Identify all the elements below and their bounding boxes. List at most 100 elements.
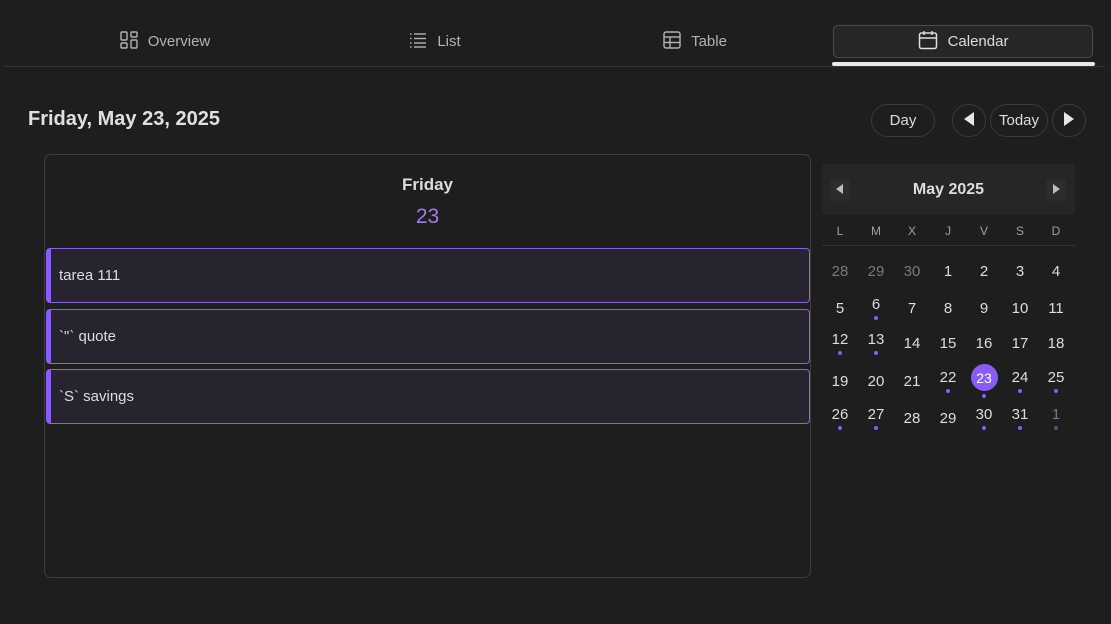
- calendar-day[interactable]: 18: [1038, 326, 1074, 360]
- calendar-day[interactable]: 16: [966, 326, 1002, 360]
- calendar-day[interactable]: 17: [1002, 326, 1038, 360]
- list-icon: [409, 31, 437, 53]
- calendar-day[interactable]: 25: [1038, 364, 1074, 398]
- previous-button[interactable]: [952, 104, 986, 137]
- calendar-day-number: 26: [831, 406, 849, 423]
- calendar-day[interactable]: 22: [930, 364, 966, 398]
- event-indicator-dot: [874, 426, 878, 430]
- calendar-day-number: 22: [939, 369, 957, 386]
- event-indicator-dot: [838, 351, 842, 355]
- calendar-day[interactable]: 1: [1038, 401, 1074, 435]
- tab-calendar[interactable]: Calendar: [833, 25, 1093, 58]
- calendar-day[interactable]: 12: [822, 326, 858, 360]
- calendar-day[interactable]: 5: [822, 291, 858, 325]
- calendar-day[interactable]: 27: [858, 401, 894, 435]
- calendar-day-number: 29: [867, 262, 885, 280]
- page-title: Friday, May 23, 2025: [28, 108, 220, 130]
- calendar-day[interactable]: 2: [966, 254, 1002, 288]
- calendar-day[interactable]: 3: [1002, 254, 1038, 288]
- chevron-left-icon: [962, 111, 976, 131]
- calendar-day-number: 9: [979, 299, 989, 317]
- event-indicator-dot: [1054, 426, 1058, 430]
- calendar-day[interactable]: 13: [858, 326, 894, 360]
- mini-next-month-button[interactable]: [1046, 179, 1066, 201]
- day-view-panel: Friday 23 tarea 111 `"` quote `S` saving…: [44, 154, 811, 578]
- calendar-day[interactable]: 19: [822, 364, 858, 398]
- day-header-number: 23: [415, 205, 440, 228]
- event-item[interactable]: `"` quote: [46, 309, 810, 364]
- calendar-day[interactable]: 9: [966, 291, 1002, 325]
- calendar-day-number: 6: [871, 296, 881, 313]
- calendar-day[interactable]: 30: [966, 401, 1002, 435]
- calendar-day[interactable]: 8: [930, 291, 966, 325]
- calendar-day-number: 16: [975, 334, 993, 352]
- calendar-day[interactable]: 7: [894, 291, 930, 325]
- overview-icon: [120, 30, 148, 53]
- calendar-day-selected[interactable]: 23: [966, 364, 1002, 398]
- calendar-day-number: 25: [1047, 369, 1065, 386]
- calendar-day[interactable]: 4: [1038, 254, 1074, 288]
- today-button[interactable]: Today: [990, 104, 1048, 137]
- calendar-day[interactable]: 28: [894, 401, 930, 435]
- calendar-day-number: 14: [903, 334, 921, 352]
- view-tabbar: Overview List Table Calendar: [5, 0, 1105, 67]
- calendar-day-number: 28: [903, 409, 921, 427]
- calendar-day[interactable]: 24: [1002, 364, 1038, 398]
- event-indicator-dot: [946, 389, 950, 393]
- caret-right-icon: [1052, 181, 1060, 199]
- view-mode-button[interactable]: Day: [871, 104, 935, 137]
- weekday-label: L: [836, 224, 844, 238]
- tab-table[interactable]: Table: [575, 25, 815, 58]
- calendar-icon: [918, 30, 948, 54]
- calendar-day[interactable]: 11: [1038, 291, 1074, 325]
- calendar-day-number: 10: [1011, 299, 1029, 317]
- event-indicator-dot: [1054, 389, 1058, 393]
- event-indicator-dot: [1018, 426, 1022, 430]
- calendar-day-number: 1: [1051, 406, 1061, 423]
- weekday-label: X: [907, 224, 916, 238]
- calendar-day-number: 13: [867, 331, 885, 348]
- calendar-day[interactable]: 31: [1002, 401, 1038, 435]
- calendar-day[interactable]: 10: [1002, 291, 1038, 325]
- event-indicator-dot: [874, 351, 878, 355]
- calendar-day-number: 5: [835, 299, 845, 317]
- calendar-day[interactable]: 29: [858, 254, 894, 288]
- tab-overview[interactable]: Overview: [45, 25, 285, 58]
- active-tab-indicator: [832, 62, 1095, 66]
- event-indicator-dot: [838, 426, 842, 430]
- tab-label: Table: [691, 33, 727, 50]
- calendar-day[interactable]: 30: [894, 254, 930, 288]
- event-item[interactable]: tarea 111: [46, 248, 810, 303]
- weekday-label: D: [1051, 224, 1061, 238]
- tab-list[interactable]: List: [315, 25, 555, 58]
- calendar-day-number: 4: [1051, 262, 1061, 280]
- calendar-day[interactable]: 6: [858, 291, 894, 325]
- calendar-day[interactable]: 28: [822, 254, 858, 288]
- calendar-day[interactable]: 21: [894, 364, 930, 398]
- event-item[interactable]: `S` savings: [46, 369, 810, 424]
- calendar-day-number: 17: [1011, 334, 1029, 352]
- next-button[interactable]: [1052, 104, 1086, 137]
- calendar-day-number: 18: [1047, 334, 1065, 352]
- calendar-day-number: 20: [867, 372, 885, 390]
- calendar-day-number: 30: [975, 406, 993, 423]
- calendar-day[interactable]: 15: [930, 326, 966, 360]
- event-indicator-dot: [874, 316, 878, 320]
- mini-calendar: May 2025 LMXJVSD 28 29 30 1 2 3 4 5 6 7 8 9 10 11 12 13…: [822, 164, 1075, 444]
- mini-calendar-title: May 2025: [912, 181, 985, 198]
- calendar-day-number: 23: [970, 364, 998, 391]
- weekday-label: S: [1015, 224, 1024, 238]
- tab-label: Overview: [147, 33, 211, 50]
- calendar-day[interactable]: 26: [822, 401, 858, 435]
- calendar-day-number: 2: [979, 262, 989, 280]
- mini-calendar-header: May 2025: [822, 164, 1075, 215]
- calendar-day[interactable]: 29: [930, 401, 966, 435]
- weekday-label: V: [979, 224, 988, 238]
- calendar-day[interactable]: 14: [894, 326, 930, 360]
- calendar-day[interactable]: 1: [930, 254, 966, 288]
- event-indicator-dot: [982, 394, 986, 398]
- calendar-day-number: 19: [831, 372, 849, 390]
- calendar-day-number: 24: [1011, 369, 1029, 386]
- calendar-day[interactable]: 20: [858, 364, 894, 398]
- tab-label: Calendar: [947, 33, 1009, 50]
